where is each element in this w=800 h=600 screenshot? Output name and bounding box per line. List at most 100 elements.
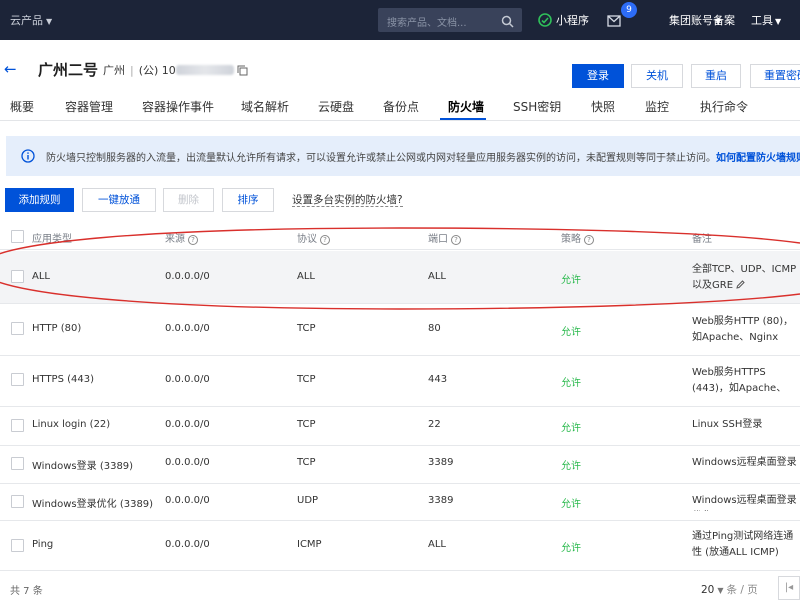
search-icon[interactable] [501,13,514,32]
public-ip-prefix: (公) 10 [138,64,176,77]
mini-program-label: 小程序 [556,14,589,27]
divider: | [130,64,134,77]
global-search-box[interactable]: 搜索产品、文档... [378,8,522,32]
tab-firewall[interactable]: 防火墙 [448,98,484,115]
tab-overview[interactable]: 概要 [10,98,34,115]
instance-title: 广州二号 [38,61,99,79]
cell-app-type: Ping [32,539,54,550]
column-header-policy: 策略? [561,230,594,245]
one-click-allow-button[interactable]: 一键放通 [82,188,156,212]
table-row[interactable]: ALL 0.0.0.0/0 ALL ALL 允许 全部TCP、UDP、ICMP以… [0,251,800,304]
tab-dns[interactable]: 域名解析 [241,98,289,115]
row-checkbox[interactable] [11,373,24,386]
instance-info: 广州 | (公) 10 [103,62,248,79]
cell-policy: 允许 [561,423,581,434]
cell-protocol: TCP [297,419,316,430]
back-arrow-icon[interactable]: ← [4,60,17,78]
multi-instance-firewall-link[interactable]: 设置多台实例的防火墙? [292,194,403,207]
active-tab-indicator [440,118,486,120]
cell-protocol: UDP [297,495,319,506]
add-rule-button[interactable]: 添加规则 [5,188,74,212]
cell-policy: 允许 [561,378,581,389]
page-size-selector[interactable]: 20 ▼ 条 / 页 [701,582,758,597]
cell-protocol: TCP [297,374,316,385]
tab-cloud-disk[interactable]: 云硬盘 [318,98,354,115]
messages-button[interactable]: 9 [607,2,637,31]
chevron-down-icon: ▼ [775,17,782,26]
column-header-note: 备注 [692,234,712,245]
row-checkbox[interactable] [11,419,24,432]
first-page-button[interactable]: |◂ [778,576,800,600]
tab-monitoring[interactable]: 监控 [645,98,669,115]
reset-password-button[interactable]: 重置密码 [750,64,800,88]
table-row[interactable]: Windows登录 (3389) 0.0.0.0/0 TCP 3389 允许 W… [0,446,800,484]
row-checkbox[interactable] [11,539,24,552]
tools-label: 工具 [751,14,773,27]
cell-note: 通过Ping测试网络连通性 (放通ALL ICMP) [692,531,794,558]
tab-backup-points[interactable]: 备份点 [383,98,419,115]
instance-tabs: 概要 容器管理 容器操作事件 域名解析 云硬盘 备份点 防火墙 SSH密钥 快照… [0,95,800,121]
table-row[interactable]: Ping 0.0.0.0/0 ICMP ALL 允许 通过Ping测试网络连通性… [0,521,800,571]
search-placeholder: 搜索产品、文档... [387,18,467,29]
cell-note: 全部TCP、UDP、ICMP以及GRE [692,262,800,296]
messages-count-badge: 9 [621,2,637,18]
account-label: 集团账号 [669,14,713,27]
row-checkbox[interactable] [11,457,24,470]
question-icon[interactable]: ? [451,235,461,245]
row-checkbox[interactable] [11,322,24,335]
cell-port: 22 [428,419,441,430]
banner-text-line: 防火墙只控制服务器的入流量，出流量默认允许所有请求，可以设置允许或禁止公网或内网… [46,149,800,164]
cloud-products-menu[interactable]: 云产品 ▼ [10,12,52,28]
question-icon[interactable]: ? [320,235,330,245]
sort-button[interactable]: 排序 [222,188,274,212]
cell-port: 3389 [428,495,454,506]
cell-port: ALL [428,539,446,550]
mini-program-link[interactable]: 小程序 [538,12,589,30]
cell-protocol: TCP [297,457,316,468]
delete-button[interactable]: 删除 [163,188,214,212]
tab-run-command[interactable]: 执行命令 [700,98,748,115]
tab-container-management[interactable]: 容器管理 [65,98,113,115]
table-row[interactable]: HTTPS (443) 0.0.0.0/0 TCP 443 允许 Web服务HT… [0,356,800,407]
question-icon[interactable]: ? [584,235,594,245]
cell-policy: 允许 [561,543,581,554]
edit-icon[interactable] [736,279,745,295]
row-checkbox[interactable] [11,270,24,283]
beian-link[interactable]: 备案 [713,12,735,28]
page: 云产品 ▼ 搜索产品、文档... 小程序 9 集团账号 ▼ 备案 工具 ▼ ← 广 [0,0,800,600]
cell-app-type: Windows登录 (3389) [32,461,134,472]
page-size-unit: 条 / 页 [726,584,758,596]
table-row[interactable]: Linux login (22) 0.0.0.0/0 TCP 22 允许 Lin… [0,407,800,446]
firewall-rules-help-link[interactable]: 如何配置防火墙规则 [716,153,800,164]
table-row[interactable]: Windows登录优化 (3389) 0.0.0.0/0 UDP 3389 允许… [0,484,800,521]
tab-ssh-keys[interactable]: SSH密钥 [513,98,561,115]
restart-button[interactable]: 重启 [691,64,741,88]
cell-protocol: TCP [297,323,316,334]
tab-container-events[interactable]: 容器操作事件 [142,98,214,115]
tools-menu[interactable]: 工具 ▼ [751,12,781,28]
tab-snapshots[interactable]: 快照 [591,98,615,115]
banner-text: 防火墙只控制服务器的入流量，出流量默认允许所有请求，可以设置允许或禁止公网或内网… [46,153,716,164]
copy-icon[interactable] [237,65,248,79]
shutdown-button[interactable]: 关机 [631,64,683,88]
select-all-checkbox[interactable] [11,230,24,243]
row-checkbox[interactable] [11,495,24,508]
cell-policy: 允许 [561,499,581,510]
top-nav-bar: 云产品 ▼ 搜索产品、文档... 小程序 9 集团账号 ▼ 备案 工具 ▼ [0,0,800,40]
column-header-port: 端口? [428,230,461,245]
cell-note: Linux SSH登录 [692,419,763,430]
info-icon [21,148,35,167]
cell-app-type: ALL [32,271,50,282]
table-row[interactable]: HTTP (80) 0.0.0.0/0 TCP 80 允许 Web服务HTTP … [0,304,800,356]
cell-policy: 允许 [561,461,581,472]
cell-port: 443 [428,374,448,385]
cell-source: 0.0.0.0/0 [165,323,210,334]
login-button[interactable]: 登录 [572,64,624,88]
cell-source: 0.0.0.0/0 [165,419,210,430]
column-header-source: 来源? [165,230,198,245]
cell-source: 0.0.0.0/0 [165,271,210,282]
cell-app-type: Windows登录优化 (3389) [32,499,154,510]
cell-protocol: ALL [297,271,315,282]
question-icon[interactable]: ? [188,235,198,245]
cell-app-type: HTTP (80) [32,323,82,334]
